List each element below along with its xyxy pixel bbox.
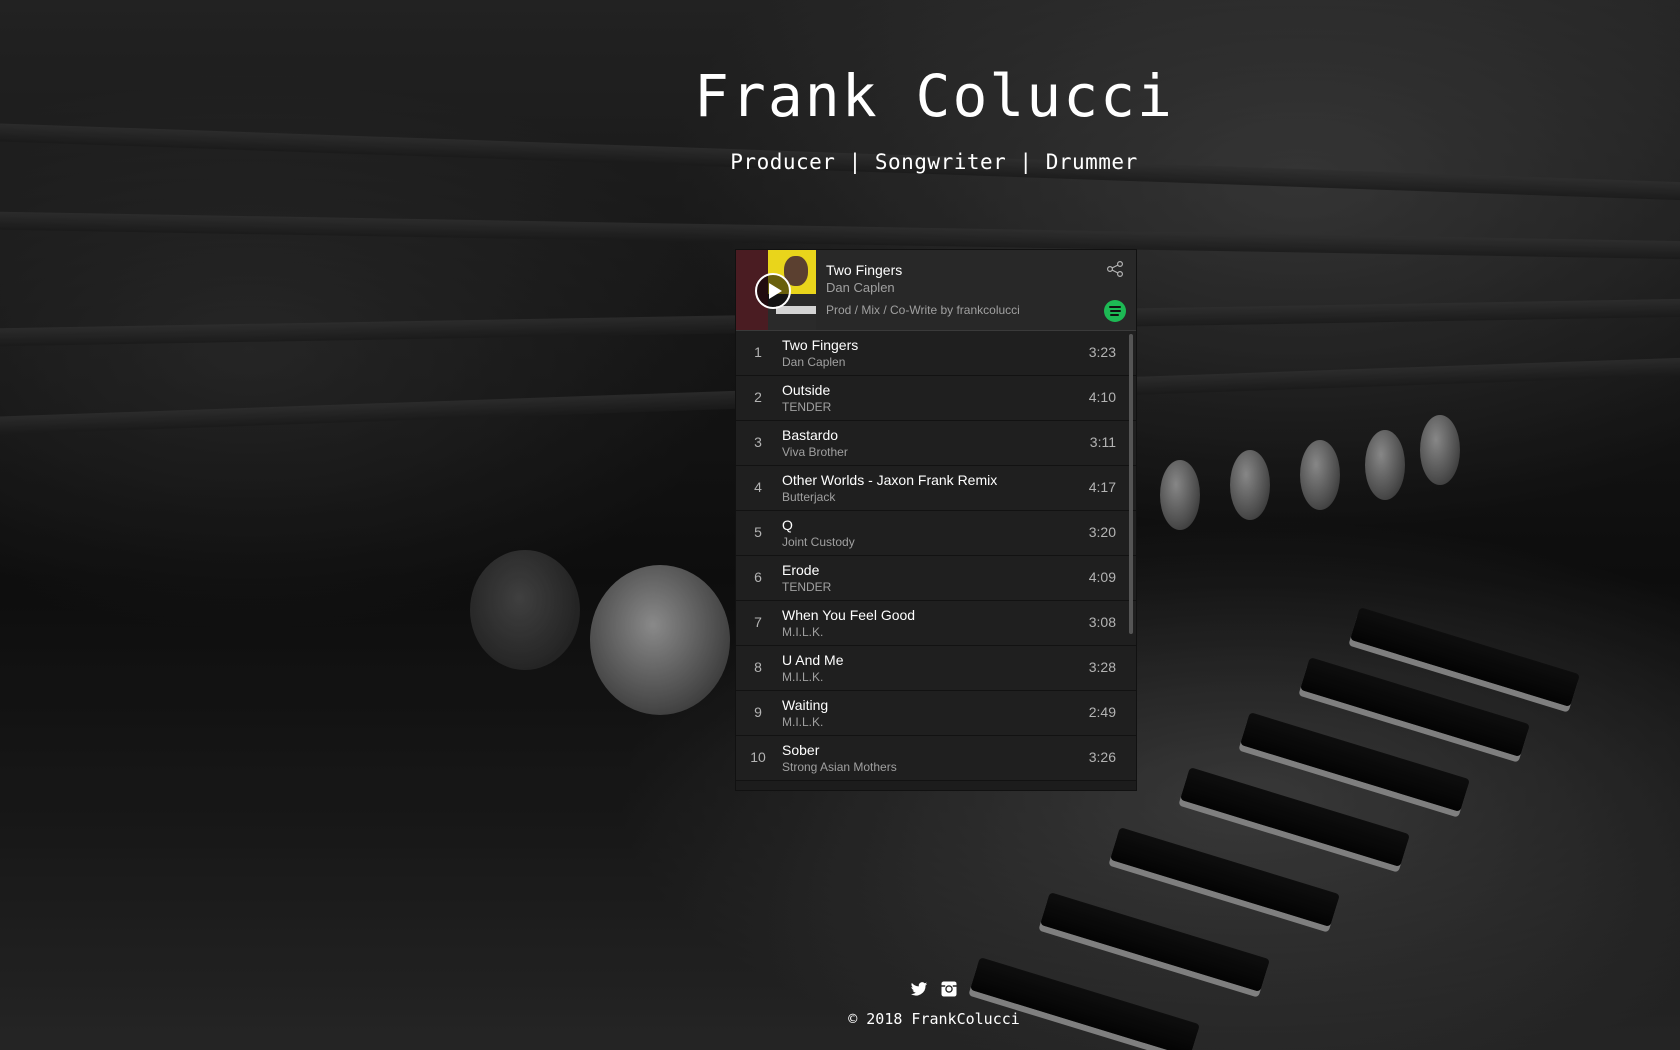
- track-artist[interactable]: M.I.L.K.: [782, 670, 823, 684]
- track-number: 4: [754, 479, 762, 495]
- track-artist[interactable]: Joint Custody: [782, 535, 855, 549]
- track-number: 9: [754, 704, 762, 720]
- track-artist[interactable]: Viva Brother: [782, 445, 848, 459]
- track-artist[interactable]: M.I.L.K.: [782, 715, 823, 729]
- track-artist[interactable]: Butterjack: [782, 490, 835, 504]
- copyright-text: © 2018 FrankColucci: [848, 1010, 1020, 1028]
- track-number: 2: [754, 389, 762, 405]
- track-title[interactable]: Erode: [782, 562, 819, 578]
- track-row[interactable]: 8 U And Me M.I.L.K. 3:28: [736, 646, 1136, 691]
- track-number: 6: [754, 569, 762, 585]
- page-subtitle: Producer | Songwriter | Drummer: [730, 150, 1138, 174]
- track-number: 1: [754, 344, 762, 360]
- track-title[interactable]: Outside: [782, 382, 830, 398]
- twitter-icon[interactable]: [910, 980, 928, 998]
- page-title: Frank Colucci: [694, 62, 1174, 130]
- track-title[interactable]: Two Fingers: [782, 337, 858, 353]
- spotify-icon[interactable]: [1104, 300, 1126, 322]
- track-title[interactable]: Q: [782, 517, 793, 533]
- track-title[interactable]: U And Me: [782, 652, 843, 668]
- playlist-credit: Prod / Mix / Co-Write by frankcolucci: [826, 303, 1020, 317]
- share-icon[interactable]: [1106, 260, 1124, 278]
- album-cover: [736, 250, 816, 330]
- track-title[interactable]: Sober: [782, 742, 819, 758]
- track-number: 5: [754, 524, 762, 540]
- track-title[interactable]: Other Worlds - Jaxon Frank Remix: [782, 472, 997, 488]
- track-duration: 3:11: [1089, 434, 1116, 450]
- track-artist[interactable]: M.I.L.K.: [782, 625, 823, 639]
- track-artist[interactable]: Dan Caplen: [782, 355, 845, 369]
- now-playing-title[interactable]: Two Fingers: [826, 262, 902, 278]
- track-artist[interactable]: TENDER: [782, 580, 831, 594]
- now-playing-artist[interactable]: Dan Caplen: [826, 280, 895, 295]
- track-row[interactable]: 1 Two Fingers Dan Caplen 3:23: [736, 331, 1136, 376]
- track-artist[interactable]: TENDER: [782, 400, 831, 414]
- track-duration: 2:49: [1088, 704, 1116, 720]
- spotify-embed-player[interactable]: Two Fingers Dan Caplen Prod / Mix / Co-W…: [736, 250, 1136, 790]
- tracklist-scrollbar[interactable]: [1129, 334, 1133, 634]
- track-number: 7: [754, 614, 762, 630]
- track-row[interactable]: 4 Other Worlds - Jaxon Frank Remix Butte…: [736, 466, 1136, 511]
- track-number: 3: [754, 434, 762, 450]
- track-row[interactable]: 6 Erode TENDER 4:09: [736, 556, 1136, 601]
- track-number: 10: [750, 749, 766, 765]
- instagram-icon[interactable]: [940, 980, 958, 998]
- track-duration: 3:08: [1088, 614, 1116, 630]
- track-artist[interactable]: Strong Asian Mothers: [782, 760, 897, 774]
- track-list[interactable]: 1 Two Fingers Dan Caplen 3:23 2 Outside …: [736, 331, 1136, 790]
- track-duration: 3:20: [1088, 524, 1116, 540]
- player-header: Two Fingers Dan Caplen Prod / Mix / Co-W…: [736, 250, 1136, 331]
- track-title[interactable]: Waiting: [782, 697, 828, 713]
- track-duration: 4:09: [1088, 569, 1116, 585]
- track-title[interactable]: Bastardo: [782, 427, 838, 443]
- play-icon[interactable]: [755, 273, 791, 309]
- track-duration: 4:17: [1088, 479, 1116, 495]
- track-row[interactable]: 2 Outside TENDER 4:10: [736, 376, 1136, 421]
- track-number: 8: [754, 659, 762, 675]
- track-row[interactable]: 9 Waiting M.I.L.K. 2:49: [736, 691, 1136, 736]
- track-row[interactable]: 7 When You Feel Good M.I.L.K. 3:08: [736, 601, 1136, 646]
- track-row[interactable]: 5 Q Joint Custody 3:20: [736, 511, 1136, 556]
- track-duration: 3:28: [1088, 659, 1116, 675]
- track-row[interactable]: 3 Bastardo Viva Brother 3:11: [736, 421, 1136, 466]
- track-title[interactable]: When You Feel Good: [782, 607, 915, 623]
- track-duration: 4:10: [1088, 389, 1116, 405]
- track-row[interactable]: 10 Sober Strong Asian Mothers 3:26: [736, 736, 1136, 781]
- footer-social-links: [0, 980, 1680, 1002]
- track-duration: 3:23: [1088, 344, 1116, 360]
- track-duration: 3:26: [1088, 749, 1116, 765]
